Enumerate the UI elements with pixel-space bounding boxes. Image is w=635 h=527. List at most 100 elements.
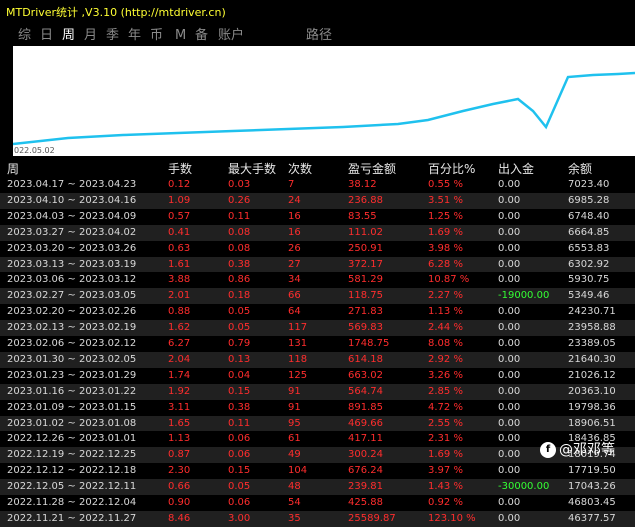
cell-count: 131	[288, 338, 308, 349]
cell-week: 2023.01.23 ~ 2023.01.29	[7, 369, 137, 381]
equity-curve-line	[12, 71, 635, 146]
cell-percent: 3.97 %	[428, 465, 463, 477]
cell-max-lots: 0.04	[228, 369, 251, 381]
tab-month[interactable]: 月	[84, 26, 97, 46]
table-row[interactable]: 2023.02.13 ~ 2023.02.19 1.62 0.05 117 569.83…	[0, 320, 635, 336]
cell-count: 48	[288, 481, 301, 493]
cell-max-lots: 0.11	[228, 417, 251, 429]
table-row[interactable]: 2023.04.10 ~ 2023.04.16 1.09 0.26 24 236.88 3…	[0, 192, 635, 209]
cell-week: 2022.12.26 ~ 2023.01.01	[7, 433, 137, 445]
tab-year[interactable]: 年	[128, 26, 141, 46]
table-row[interactable]: 2022.11.28 ~ 2022.12.04 0.90 0.06 54 425.88 0…	[0, 495, 635, 511]
cell-count: 35	[288, 512, 301, 524]
cell-count: 26	[288, 242, 301, 254]
table-row[interactable]: 2023.01.02 ~ 2023.01.08 1.65 0.11 95 469.66 2…	[0, 415, 635, 432]
table-row[interactable]: 2023.03.13 ~ 2023.03.19 1.61 0.38 27 372.17 6…	[0, 256, 635, 273]
table-row[interactable]: 2023.01.23 ~ 2023.01.29 1.74 0.04 125 663.02…	[0, 368, 635, 384]
tab-summary[interactable]: 综	[18, 26, 31, 46]
cell-profit: 663.02	[348, 369, 383, 381]
cell-percent: 2.31 %	[428, 433, 463, 445]
cell-lots: 1.61	[168, 258, 191, 270]
table-row[interactable]: 2022.11.21 ~ 2022.11.27 8.46 3.00 35 25589.8…	[0, 510, 635, 527]
cell-max-lots: 0.15	[228, 385, 251, 397]
table-row[interactable]: 2023.02.06 ~ 2023.02.12 6.27 0.79 131 1748.7…	[0, 336, 635, 352]
tab-magic[interactable]: M	[175, 26, 186, 46]
cell-max-lots: 0.13	[228, 353, 251, 365]
table-row[interactable]: 2023.04.03 ~ 2023.04.09 0.57 0.11 16 83.55 1.…	[0, 209, 635, 225]
cell-profit: 1748.75	[348, 338, 390, 349]
cell-deposit: 0.00	[498, 353, 521, 365]
header-lots[interactable]: 手数	[168, 161, 192, 177]
table-row[interactable]: 2023.01.16 ~ 2023.01.22 1.92 0.15 91 564.74 2…	[0, 383, 635, 400]
tab-day[interactable]: 日	[40, 26, 53, 46]
cell-week: 2023.04.03 ~ 2023.04.09	[7, 210, 137, 222]
cell-max-lots: 0.15	[228, 465, 251, 477]
table-row[interactable]: 2022.12.12 ~ 2022.12.18 2.30 0.15 104 676.24…	[0, 463, 635, 479]
cell-lots: 0.12	[168, 179, 191, 190]
header-profit[interactable]: 盈亏金额	[348, 161, 396, 177]
cell-balance: 6302.92	[568, 258, 610, 270]
cell-lots: 1.09	[168, 194, 191, 206]
tab-note[interactable]: 备	[195, 26, 208, 46]
cell-count: 27	[288, 258, 301, 270]
cell-lots: 0.57	[168, 210, 191, 222]
cell-max-lots: 3.00	[228, 512, 251, 524]
table-row[interactable]: 2023.04.17 ~ 2023.04.23 0.12 0.03 7 38.12 0.5…	[0, 177, 635, 193]
cell-week: 2022.12.12 ~ 2022.12.18	[7, 465, 137, 477]
tab-currency[interactable]: 币	[150, 26, 163, 46]
cell-count: 64	[288, 306, 301, 318]
cell-balance: 17043.26	[568, 481, 616, 493]
cell-profit: 569.83	[348, 322, 383, 334]
cell-deposit: 0.00	[498, 385, 521, 397]
cell-profit: 372.17	[348, 258, 383, 270]
cell-week: 2023.01.02 ~ 2023.01.08	[7, 417, 137, 429]
header-percent[interactable]: 百分比%	[428, 161, 475, 177]
table-row[interactable]: 2023.01.09 ~ 2023.01.15 3.11 0.38 91 891.85 4…	[0, 400, 635, 416]
cell-max-lots: 0.08	[228, 226, 251, 238]
cell-profit: 425.88	[348, 497, 383, 508]
cell-week: 2023.02.13 ~ 2023.02.19	[7, 322, 137, 334]
table-row[interactable]: 2023.02.27 ~ 2023.03.05 2.01 0.18 66 118.75 2…	[0, 288, 635, 305]
cell-balance: 6553.83	[568, 242, 610, 254]
cell-percent: 1.69 %	[428, 449, 463, 461]
cell-percent: 10.87 %	[428, 274, 470, 286]
cell-profit: 250.91	[348, 242, 383, 254]
cell-week: 2023.02.27 ~ 2023.03.05	[7, 290, 137, 302]
table-row[interactable]: 2023.02.20 ~ 2023.02.26 0.88 0.05 64 271.83 1…	[0, 304, 635, 320]
header-balance[interactable]: 余额	[568, 161, 592, 177]
cell-week: 2023.03.06 ~ 2023.03.12	[7, 274, 137, 286]
cell-max-lots: 0.06	[228, 497, 251, 508]
table-row[interactable]: 2023.03.20 ~ 2023.03.26 0.63 0.08 26 250.91 3…	[0, 241, 635, 257]
cell-week: 2023.01.09 ~ 2023.01.15	[7, 401, 137, 413]
header-max-lots[interactable]: 最大手数	[228, 161, 276, 177]
period-tabs: 综日周月季年币 M 备账户 路径	[0, 26, 635, 46]
table-row[interactable]: 2023.03.06 ~ 2023.03.12 3.88 0.86 34 581.29 1…	[0, 272, 635, 288]
chart-start-date: 022.05.02	[14, 146, 55, 155]
cell-profit: 239.81	[348, 481, 383, 493]
header-week[interactable]: 周	[7, 161, 19, 177]
cell-percent: 3.98 %	[428, 242, 463, 254]
cell-percent: 0.55 %	[428, 179, 463, 190]
cell-lots: 1.62	[168, 322, 191, 334]
cell-count: 117	[288, 322, 308, 334]
cell-week: 2023.02.06 ~ 2023.02.12	[7, 338, 137, 349]
tab-quarter[interactable]: 季	[106, 26, 119, 46]
table-row[interactable]: 2022.12.05 ~ 2022.12.11 0.66 0.05 48 239.81 1…	[0, 479, 635, 495]
tab-path[interactable]: 路径	[306, 26, 332, 46]
header-count[interactable]: 次数	[288, 161, 312, 177]
cell-deposit: 0.00	[498, 274, 521, 286]
cell-lots: 1.13	[168, 433, 191, 445]
tab-week[interactable]: 周	[62, 26, 75, 46]
tab-account[interactable]: 账户	[218, 26, 244, 46]
cell-count: 61	[288, 433, 301, 445]
cell-deposit: 0.00	[498, 242, 521, 254]
cell-max-lots: 0.03	[228, 179, 251, 190]
cell-lots: 0.88	[168, 306, 191, 318]
cell-percent: 4.72 %	[428, 401, 463, 413]
table-row[interactable]: 2023.01.30 ~ 2023.02.05 2.04 0.13 118 614.18…	[0, 351, 635, 368]
header-deposit[interactable]: 出入金	[498, 161, 534, 177]
cell-lots: 0.66	[168, 481, 191, 493]
cell-balance: 18906.51	[568, 417, 616, 429]
cell-week: 2022.12.05 ~ 2022.12.11	[7, 481, 137, 493]
table-row[interactable]: 2023.03.27 ~ 2023.04.02 0.41 0.08 16 111.02 1…	[0, 224, 635, 241]
